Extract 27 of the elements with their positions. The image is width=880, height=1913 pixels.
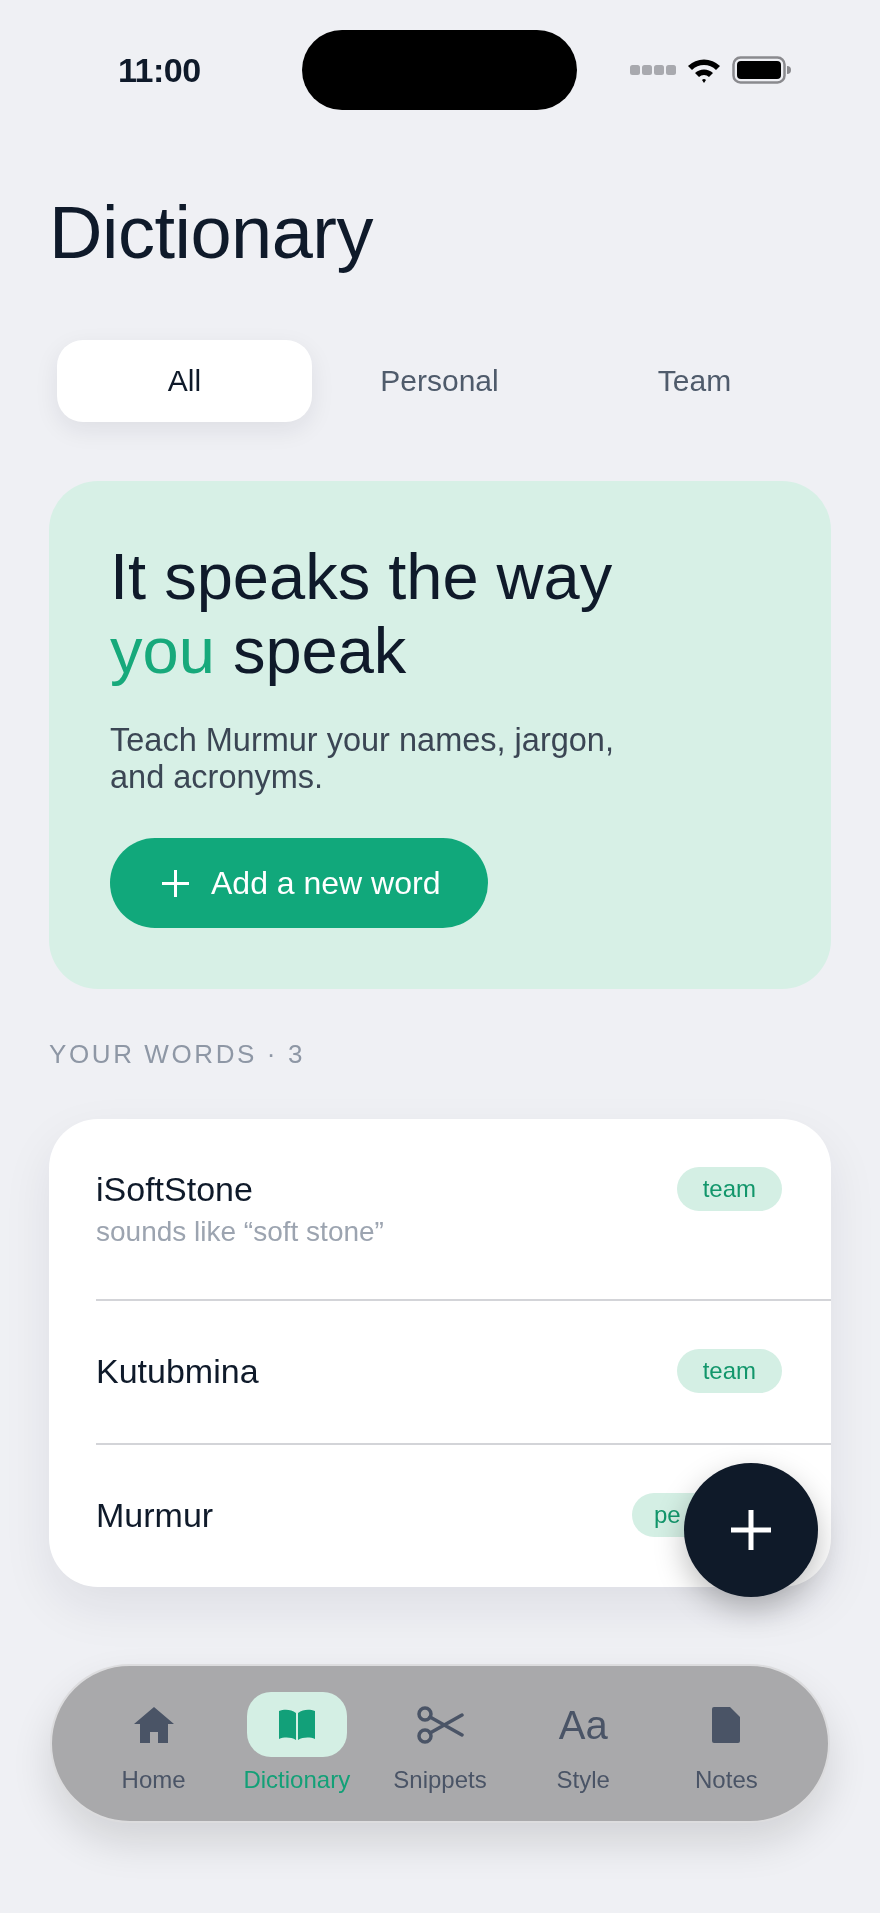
tab-bar-item[interactable]: Notes (654, 1692, 798, 1821)
signal-icon (630, 65, 676, 75)
tab-bar-item[interactable]: Home (82, 1692, 226, 1821)
book-icon (276, 1707, 317, 1742)
scissors-icon (416, 1704, 464, 1745)
word-term: Murmur (96, 1495, 214, 1535)
word-tag: team (676, 1167, 782, 1211)
section-label: YOUR WORDS · 3 (49, 1039, 305, 1069)
tab-bar-item[interactable]: Snippets (368, 1692, 512, 1821)
status-time: 11:00 (118, 51, 201, 89)
tab-bar-item[interactable]: Aa Style (511, 1692, 655, 1821)
battery-icon (732, 56, 792, 84)
word-pronunciation: sounds like “soft stone” (96, 1215, 384, 1249)
word-term: iSoftStone (96, 1169, 253, 1209)
filter-tab[interactable]: Personal (312, 340, 567, 422)
page-title: Dictionary (49, 190, 373, 276)
add-word-button[interactable]: Add a new word (110, 838, 489, 928)
plus-icon (162, 869, 189, 897)
word-tag: team (676, 1349, 782, 1393)
document-icon (711, 1705, 742, 1744)
word-term: Kutubmina (96, 1351, 259, 1391)
hero-headline: It speaks the way you speak (110, 540, 614, 688)
filter-tab[interactable]: Team (567, 340, 822, 422)
hero-description: Teach Murmur your names, jargon, and acronyms. (110, 722, 615, 796)
aa-glyph: Aa (558, 1702, 608, 1747)
filter-tab[interactable]: All (57, 340, 312, 422)
plus-icon (731, 1510, 771, 1550)
